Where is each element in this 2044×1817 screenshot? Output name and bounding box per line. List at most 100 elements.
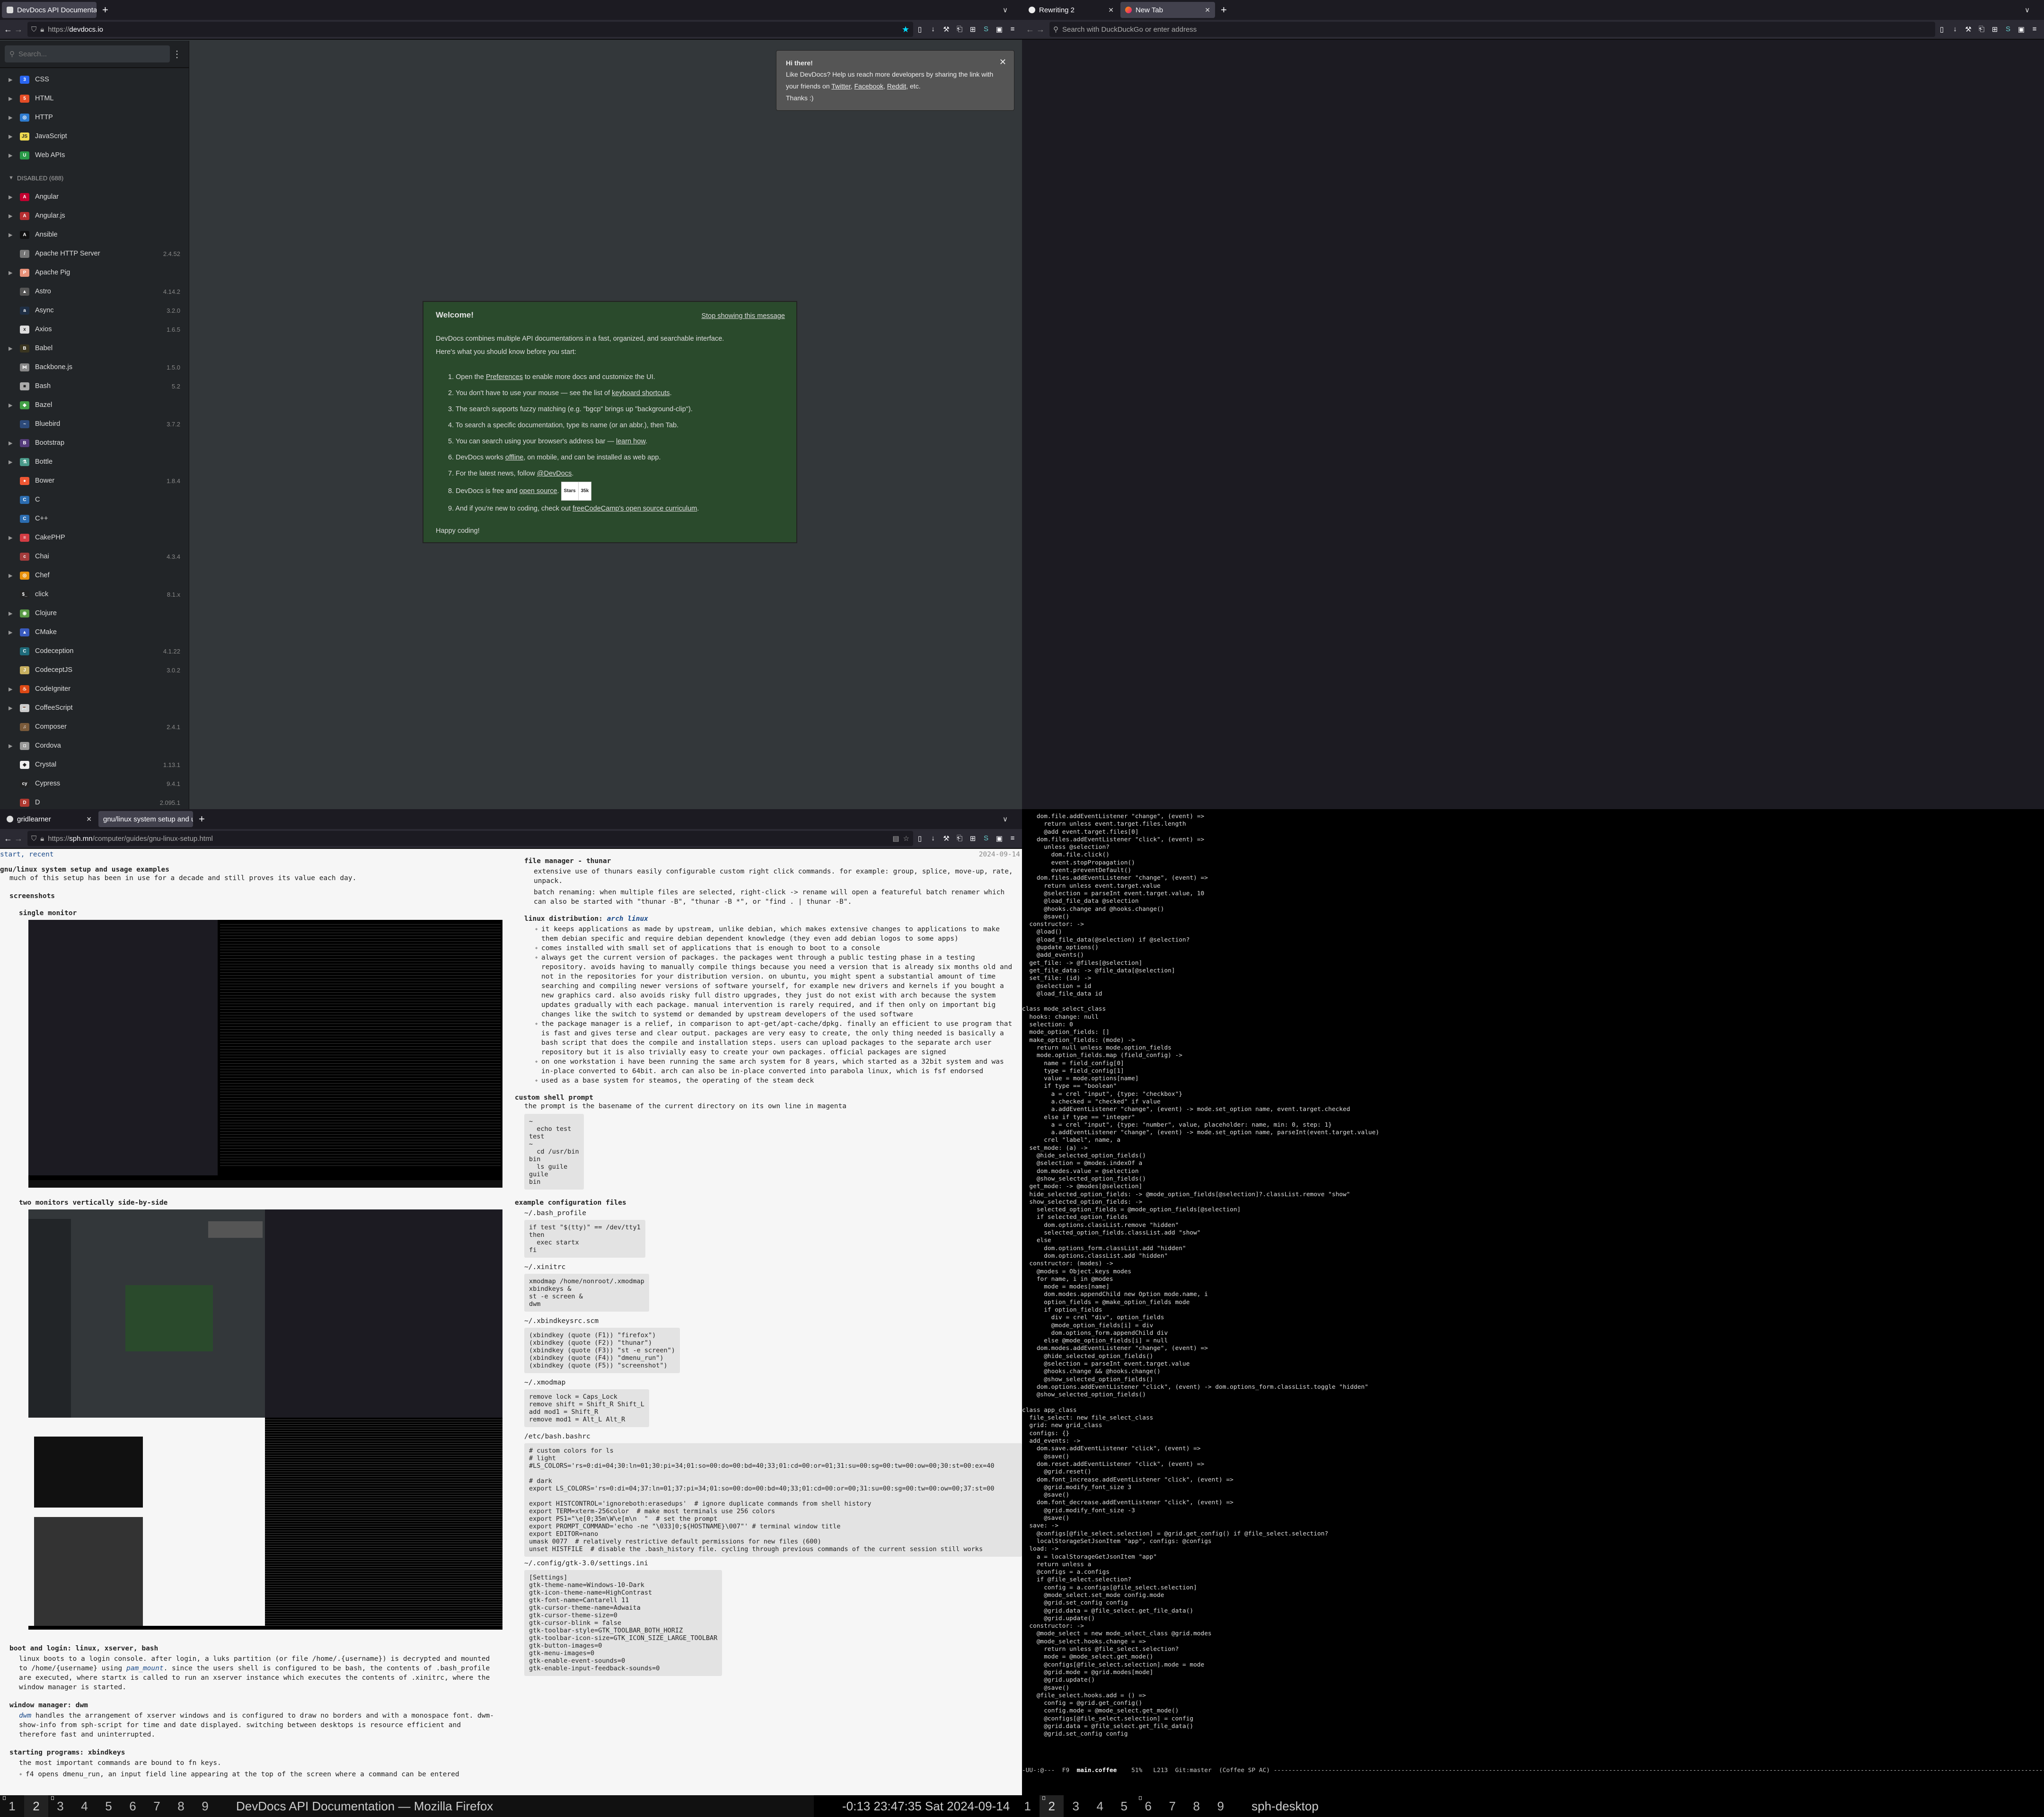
downloads-icon[interactable]: ↓ bbox=[929, 834, 937, 843]
extension-s-icon[interactable]: S bbox=[2004, 25, 2012, 34]
lock-icon[interactable]: 🔒︎ bbox=[40, 26, 44, 34]
doc-item[interactable]: ▶ ▲ CMake bbox=[0, 623, 189, 642]
url-bar[interactable]: ⛉ 🔒︎ https://sph.mn/computer/guides/gnu-… bbox=[27, 831, 913, 846]
dwm-link[interactable]: dwm bbox=[19, 1712, 31, 1720]
list-tabs-chevron-icon[interactable]: ∨ bbox=[1003, 815, 1008, 823]
doc-item[interactable]: ▲ Astro 4.14.2 bbox=[0, 282, 189, 301]
extension-box-icon[interactable]: ▣ bbox=[2018, 25, 2025, 34]
doc-item[interactable]: ▶ A Ansible bbox=[0, 225, 189, 244]
back-button[interactable]: ← bbox=[3, 25, 13, 35]
stop-showing-message-link[interactable]: Stop showing this message bbox=[701, 312, 785, 320]
tab-new-tab[interactable]: New Tab ✕ bbox=[1120, 2, 1215, 18]
hamburger-menu-icon[interactable]: ≡ bbox=[1009, 25, 1016, 34]
tab-gridlearner[interactable]: gridlearner ✕ bbox=[2, 811, 97, 827]
doc-item[interactable]: a Async 3.2.0 bbox=[0, 301, 189, 320]
doc-item[interactable]: ▶ B Bootstrap bbox=[0, 433, 189, 452]
workspace-tag-9[interactable]: 9 bbox=[193, 1795, 217, 1817]
doc-item[interactable]: ▶ 3 CSS bbox=[0, 70, 189, 89]
tab-rewriting[interactable]: Rewriting 2 ✕ bbox=[1024, 2, 1119, 18]
extensions-icon[interactable]: ⎗ bbox=[956, 25, 963, 34]
list-tabs-chevron-icon[interactable]: ∨ bbox=[2025, 6, 2030, 14]
downloads-icon[interactable]: ↓ bbox=[929, 25, 937, 34]
workspace-tag-7[interactable]: 7 bbox=[1160, 1795, 1184, 1817]
workspace-tag-3[interactable]: 3 bbox=[1064, 1795, 1088, 1817]
doc-item[interactable]: ▶ 5 HTML bbox=[0, 89, 189, 108]
pocket-icon[interactable]: ▯ bbox=[916, 25, 924, 34]
expand-arrow-icon[interactable]: ▶ bbox=[9, 115, 17, 121]
tip-link[interactable]: learn how bbox=[616, 438, 645, 445]
doc-item[interactable]: ▶ ◎ HTTP bbox=[0, 108, 189, 127]
doc-item[interactable]: J CodeceptJS 3.0.2 bbox=[0, 661, 189, 679]
expand-arrow-icon[interactable]: ▶ bbox=[9, 270, 17, 276]
github-stars-badge[interactable]: Stars 35k bbox=[561, 482, 592, 501]
doc-item[interactable]: ▶ JS JavaScript bbox=[0, 127, 189, 146]
doc-search-input[interactable]: ⚲ Search... bbox=[5, 45, 170, 62]
workspace-tag-8[interactable]: 8 bbox=[1184, 1795, 1208, 1817]
tip-link[interactable]: offline bbox=[505, 454, 523, 461]
two-monitors-screenshot[interactable] bbox=[28, 1209, 502, 1630]
tip-link[interactable]: freeCodeCamp's open source curriculum bbox=[573, 505, 697, 512]
doc-item[interactable]: ▶ ⚗ Bottle bbox=[0, 452, 189, 471]
tip-link[interactable]: @DevDocs bbox=[537, 470, 572, 477]
facebook-link[interactable]: Facebook bbox=[855, 82, 883, 90]
extension-dict-icon[interactable]: ⊞ bbox=[969, 25, 977, 34]
extensions-icon[interactable]: ⎗ bbox=[1978, 25, 1985, 34]
doc-item[interactable]: ▶ ◘ Cordova bbox=[0, 736, 189, 755]
doc-item[interactable]: ▶ ☕ CoffeeScript bbox=[0, 698, 189, 717]
pocket-icon[interactable]: ▯ bbox=[1938, 25, 1946, 34]
downloads-icon[interactable]: ↓ bbox=[1951, 25, 1959, 34]
new-tab-button[interactable]: + bbox=[102, 4, 108, 16]
doc-item[interactable]: ▶ ◎ Chef bbox=[0, 566, 189, 585]
extension-s-icon[interactable]: S bbox=[982, 834, 990, 843]
doc-item[interactable]: ~ Bluebird 3.7.2 bbox=[0, 415, 189, 433]
tip-link[interactable]: keyboard shortcuts bbox=[612, 389, 670, 397]
workspace-tag-9[interactable]: 9 bbox=[1208, 1795, 1233, 1817]
expand-arrow-icon[interactable]: ▶ bbox=[9, 345, 17, 352]
expand-arrow-icon[interactable]: ▶ bbox=[9, 629, 17, 635]
url-bar[interactable]: ⚲ Search with DuckDuckGo or enter addres… bbox=[1049, 22, 1935, 37]
doc-item[interactable]: D D 2.095.1 bbox=[0, 793, 189, 809]
doc-item[interactable]: c Chai 4.3.4 bbox=[0, 547, 189, 566]
close-tab-icon[interactable]: ✕ bbox=[1108, 6, 1114, 14]
tools-wrench-icon[interactable]: ⚒ bbox=[943, 25, 950, 34]
workspace-tag-7[interactable]: 7 bbox=[145, 1795, 169, 1817]
expand-arrow-icon[interactable]: ▶ bbox=[9, 213, 17, 219]
pam-mount-link[interactable]: pam_mount bbox=[126, 1665, 164, 1672]
back-button[interactable]: ← bbox=[3, 834, 13, 844]
expand-arrow-icon[interactable]: ▶ bbox=[9, 232, 17, 238]
bookmark-star-icon[interactable]: ☆ bbox=[903, 834, 909, 843]
doc-item[interactable]: ♫ Composer 2.4.1 bbox=[0, 717, 189, 736]
doc-item[interactable]: ◆ Crystal 1.13.1 bbox=[0, 755, 189, 774]
doc-item[interactable]: C C++ bbox=[0, 509, 189, 528]
workspace-tag-8[interactable]: 8 bbox=[169, 1795, 193, 1817]
expand-arrow-icon[interactable]: ▶ bbox=[9, 705, 17, 711]
expand-arrow-icon[interactable]: ▶ bbox=[9, 440, 17, 446]
workspace-tag-2[interactable]: 2 bbox=[24, 1795, 48, 1817]
tracking-shield-icon[interactable]: ⛉ bbox=[31, 835, 36, 843]
extension-dict-icon[interactable]: ⊞ bbox=[1991, 25, 1999, 34]
tip-link[interactable]: Preferences bbox=[486, 373, 523, 381]
editor-buffer[interactable]: dom.file.addEventListener "change", (eve… bbox=[1022, 809, 2044, 1773]
reddit-link[interactable]: Reddit bbox=[887, 82, 906, 90]
extension-box-icon[interactable]: ▣ bbox=[996, 834, 1003, 843]
tab-devdocs[interactable]: DevDocs API Documentation ✕ bbox=[2, 2, 97, 18]
expand-arrow-icon[interactable]: ▶ bbox=[9, 743, 17, 749]
doc-item[interactable]: ▶ ≡ CakePHP bbox=[0, 528, 189, 547]
bookmark-star-icon[interactable]: ★ bbox=[902, 25, 909, 35]
hamburger-menu-icon[interactable]: ≡ bbox=[2031, 25, 2038, 34]
tab-gnu-linux-setup[interactable]: gnu/linux system setup and u ✕ bbox=[98, 811, 193, 827]
list-tabs-chevron-icon[interactable]: ∨ bbox=[1003, 6, 1008, 14]
doc-item[interactable]: ▶ A Angular.js bbox=[0, 206, 189, 225]
doc-item[interactable]: ▶ P Apache Pig bbox=[0, 263, 189, 282]
expand-arrow-icon[interactable]: ▶ bbox=[9, 194, 17, 200]
workspace-tag-6[interactable]: 6 bbox=[1136, 1795, 1160, 1817]
workspace-tag-4[interactable]: 4 bbox=[72, 1795, 97, 1817]
pocket-icon[interactable]: ▯ bbox=[916, 834, 924, 843]
lock-icon[interactable]: 🔒︎ bbox=[40, 835, 44, 843]
expand-arrow-icon[interactable]: ▶ bbox=[9, 686, 17, 692]
extensions-icon[interactable]: ⎗ bbox=[956, 834, 963, 843]
expand-arrow-icon[interactable]: ▶ bbox=[9, 610, 17, 617]
close-tab-icon[interactable]: ✕ bbox=[1205, 6, 1210, 14]
doc-item[interactable]: $_ click 8.1.x bbox=[0, 585, 189, 604]
expand-arrow-icon[interactable]: ▶ bbox=[9, 459, 17, 465]
